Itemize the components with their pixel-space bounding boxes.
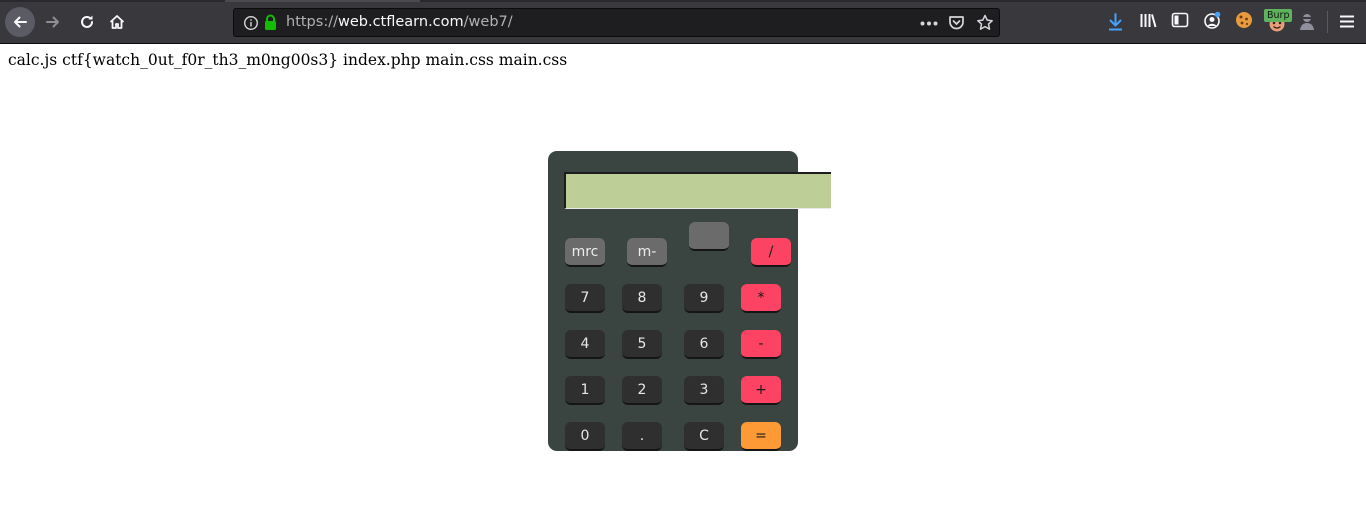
key-6[interactable]: 6 bbox=[684, 330, 724, 359]
hamburger-menu-icon[interactable] bbox=[1339, 14, 1355, 29]
url-host: web.ctflearn.com bbox=[337, 14, 464, 30]
tab-strip bbox=[0, 0, 1366, 2]
key-7[interactable]: 7 bbox=[565, 284, 605, 313]
key-clear[interactable]: C bbox=[684, 422, 724, 451]
download-icon[interactable] bbox=[1107, 12, 1124, 32]
key-m-minus[interactable]: m- bbox=[627, 238, 667, 267]
url-text[interactable]: https://web.ctflearn.com/web7/ bbox=[286, 14, 513, 30]
account-icon[interactable] bbox=[1203, 11, 1221, 30]
back-button[interactable] bbox=[5, 7, 35, 37]
forward-button[interactable] bbox=[38, 7, 68, 37]
file-listing-text: calc.js ctf{watch_0ut_f0r_th3_m0ng00s3} … bbox=[8, 51, 568, 69]
url-scheme: https:// bbox=[286, 14, 338, 30]
secure-lock-icon[interactable] bbox=[263, 14, 278, 31]
cookie-extension-icon[interactable] bbox=[1234, 10, 1254, 30]
key-0[interactable]: 0 bbox=[565, 422, 605, 451]
library-icon[interactable] bbox=[1139, 12, 1158, 29]
bookmark-star-icon[interactable] bbox=[976, 14, 994, 31]
key-multiply[interactable]: * bbox=[741, 284, 781, 313]
burp-badge: Burp bbox=[1264, 9, 1293, 22]
key-mrc[interactable]: mrc bbox=[565, 238, 605, 267]
more-horizontal-icon[interactable] bbox=[920, 21, 938, 26]
home-button[interactable] bbox=[102, 7, 132, 37]
key-dot[interactable]: . bbox=[622, 422, 662, 451]
back-arrow-icon bbox=[14, 16, 27, 28]
forward-arrow-icon bbox=[46, 16, 59, 28]
browser-toolbar: https://web.ctflearn.com/web7/ Burp bbox=[0, 0, 1366, 44]
key-equals[interactable]: = bbox=[741, 422, 781, 451]
user-agent-extension-icon[interactable] bbox=[1298, 12, 1316, 32]
sidebar-icon[interactable] bbox=[1171, 12, 1189, 29]
key-3[interactable]: 3 bbox=[684, 376, 724, 405]
key-divide[interactable]: / bbox=[751, 238, 791, 267]
key-2[interactable]: 2 bbox=[622, 376, 662, 405]
key-5[interactable]: 5 bbox=[622, 330, 662, 359]
key-1[interactable]: 1 bbox=[565, 376, 605, 405]
reload-button[interactable] bbox=[72, 7, 102, 37]
active-tab-indicator[interactable] bbox=[225, 0, 420, 2]
key-m-plus[interactable] bbox=[689, 222, 729, 251]
calculator-display[interactable] bbox=[564, 172, 831, 209]
key-8[interactable]: 8 bbox=[622, 284, 662, 313]
url-path: /web7/ bbox=[463, 14, 513, 30]
key-subtract[interactable]: - bbox=[741, 330, 781, 359]
key-4[interactable]: 4 bbox=[565, 330, 605, 359]
address-bar[interactable]: https://web.ctflearn.com/web7/ bbox=[233, 8, 1000, 37]
key-9[interactable]: 9 bbox=[684, 284, 724, 313]
site-info-icon[interactable] bbox=[243, 15, 259, 31]
reload-icon bbox=[81, 15, 93, 28]
home-icon bbox=[109, 15, 125, 29]
toolbar-separator bbox=[1327, 11, 1328, 33]
key-add[interactable]: + bbox=[741, 376, 781, 405]
pocket-icon[interactable] bbox=[948, 14, 965, 31]
